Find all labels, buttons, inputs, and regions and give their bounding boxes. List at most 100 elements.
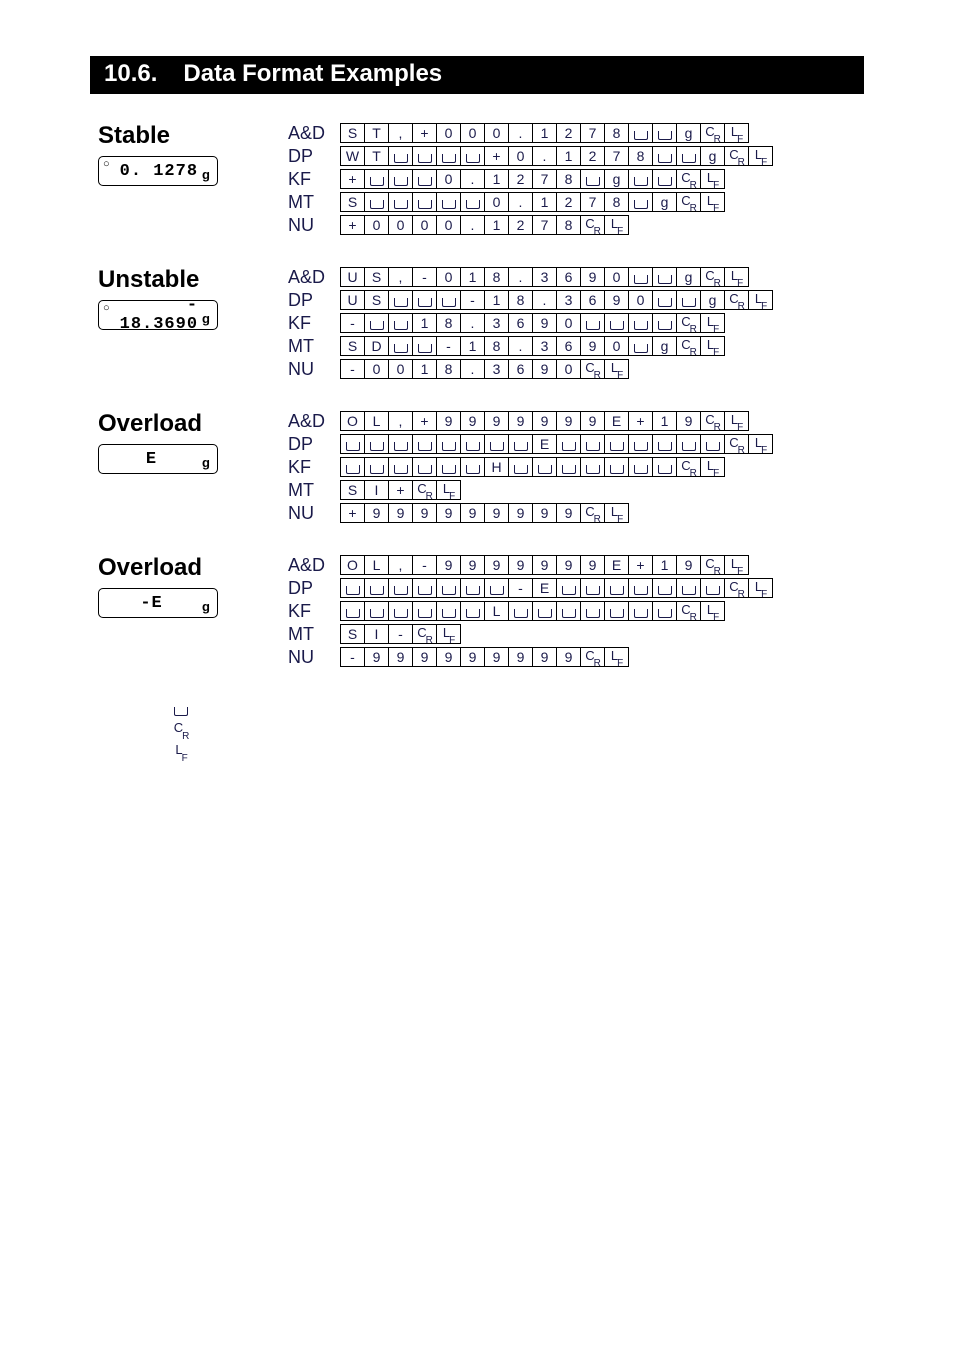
byte-cell: .	[508, 192, 533, 212]
format-label: MT	[288, 192, 340, 213]
byte-cell: 9	[460, 503, 485, 523]
byte-cell: 9	[508, 411, 533, 431]
legend: CRLF	[166, 698, 864, 764]
byte-cell	[580, 457, 605, 477]
byte-cell: 2	[508, 169, 533, 189]
byte-cell: 9	[436, 411, 461, 431]
byte-cell: S	[340, 624, 365, 644]
format-row: MTSI-CRLF	[288, 623, 773, 645]
byte-cell: 7	[580, 192, 605, 212]
byte-cell: -	[412, 555, 437, 575]
byte-cell	[364, 169, 389, 189]
byte-cell: I	[364, 624, 389, 644]
byte-cell	[388, 457, 413, 477]
display-unit: g	[202, 455, 211, 473]
byte-cell: 6	[556, 336, 581, 356]
byte-cell: 0	[436, 267, 461, 287]
format-label: KF	[288, 313, 340, 334]
format-row: MTSD-18.3690gCRLF	[288, 335, 773, 357]
byte-cell: CR	[700, 411, 725, 431]
display-box: Eg	[98, 444, 218, 474]
byte-cell: 8	[604, 192, 629, 212]
byte-cell: LF	[700, 313, 725, 333]
byte-cell: S	[340, 336, 365, 356]
byte-cell	[412, 169, 437, 189]
legend-glyph	[166, 703, 196, 716]
byte-cell: +	[340, 503, 365, 523]
byte-cell	[580, 169, 605, 189]
byte-cell: LF	[700, 169, 725, 189]
byte-cell	[436, 601, 461, 621]
byte-cell: +	[628, 411, 653, 431]
byte-cell	[412, 192, 437, 212]
format-section: Stable○0. 1278gA&DST,+000.1278gCRLFDPWT+…	[98, 122, 864, 236]
byte-cell: +	[340, 169, 365, 189]
byte-cell: 9	[436, 503, 461, 523]
byte-cell: LF	[724, 267, 749, 287]
byte-cell	[340, 457, 365, 477]
byte-cell: .	[460, 169, 485, 189]
byte-cell: 8	[484, 267, 509, 287]
byte-cell: LF	[748, 146, 773, 166]
byte-cell: 9	[508, 647, 533, 667]
byte-cell: CR	[676, 313, 701, 333]
byte-cell: 9	[580, 555, 605, 575]
byte-cell	[388, 578, 413, 598]
byte-cell: +	[340, 215, 365, 235]
byte-cell: LF	[700, 601, 725, 621]
byte-cell: g	[676, 123, 701, 143]
byte-cell	[604, 313, 629, 333]
byte-cell: 1	[652, 411, 677, 431]
byte-cell: S	[364, 267, 389, 287]
format-section: Unstable○- 18.3690gA&DUS,-018.3690gCRLFD…	[98, 266, 864, 380]
byte-cell: +	[412, 123, 437, 143]
format-label: KF	[288, 457, 340, 478]
byte-cell: -	[340, 647, 365, 667]
legend-row: LF	[166, 742, 864, 764]
byte-cell	[628, 313, 653, 333]
stable-indicator-icon: ○	[103, 159, 111, 171]
byte-cell: 6	[580, 290, 605, 310]
byte-cell: 1	[532, 192, 557, 212]
byte-cell: 1	[652, 555, 677, 575]
byte-cell: O	[340, 555, 365, 575]
format-label: A&D	[288, 411, 340, 432]
byte-cell: 0	[436, 123, 461, 143]
byte-cell	[604, 434, 629, 454]
byte-cell	[676, 146, 701, 166]
section-title: Overload	[98, 410, 288, 438]
byte-cell: I	[364, 480, 389, 500]
display-value: -E	[105, 594, 198, 613]
byte-cell: 8	[604, 123, 629, 143]
byte-cell: CR	[676, 336, 701, 356]
byte-cell: 0	[388, 215, 413, 235]
byte-cell: 1	[556, 146, 581, 166]
byte-cell	[388, 290, 413, 310]
byte-cell: 0	[388, 359, 413, 379]
byte-cell	[652, 267, 677, 287]
byte-cell	[652, 457, 677, 477]
format-label: NU	[288, 647, 340, 668]
byte-cell	[628, 192, 653, 212]
byte-cell: S	[364, 290, 389, 310]
byte-cell: 9	[364, 503, 389, 523]
byte-cell: 9	[676, 555, 701, 575]
byte-cell: -	[388, 624, 413, 644]
byte-cell: LF	[604, 503, 629, 523]
byte-cell: S	[340, 123, 365, 143]
byte-cell	[652, 434, 677, 454]
byte-cell	[652, 313, 677, 333]
byte-cell: CR	[724, 290, 749, 310]
byte-cell: 0	[412, 215, 437, 235]
byte-cell: 9	[580, 411, 605, 431]
byte-cell	[556, 457, 581, 477]
byte-cell	[628, 434, 653, 454]
byte-cell	[532, 457, 557, 477]
byte-cell: 1	[460, 336, 485, 356]
byte-cell: 0	[484, 192, 509, 212]
byte-cell: D	[364, 336, 389, 356]
byte-cell	[364, 434, 389, 454]
format-row: KF-18.3690CRLF	[288, 312, 773, 334]
legend-row	[166, 698, 864, 720]
byte-cell: 0	[556, 313, 581, 333]
